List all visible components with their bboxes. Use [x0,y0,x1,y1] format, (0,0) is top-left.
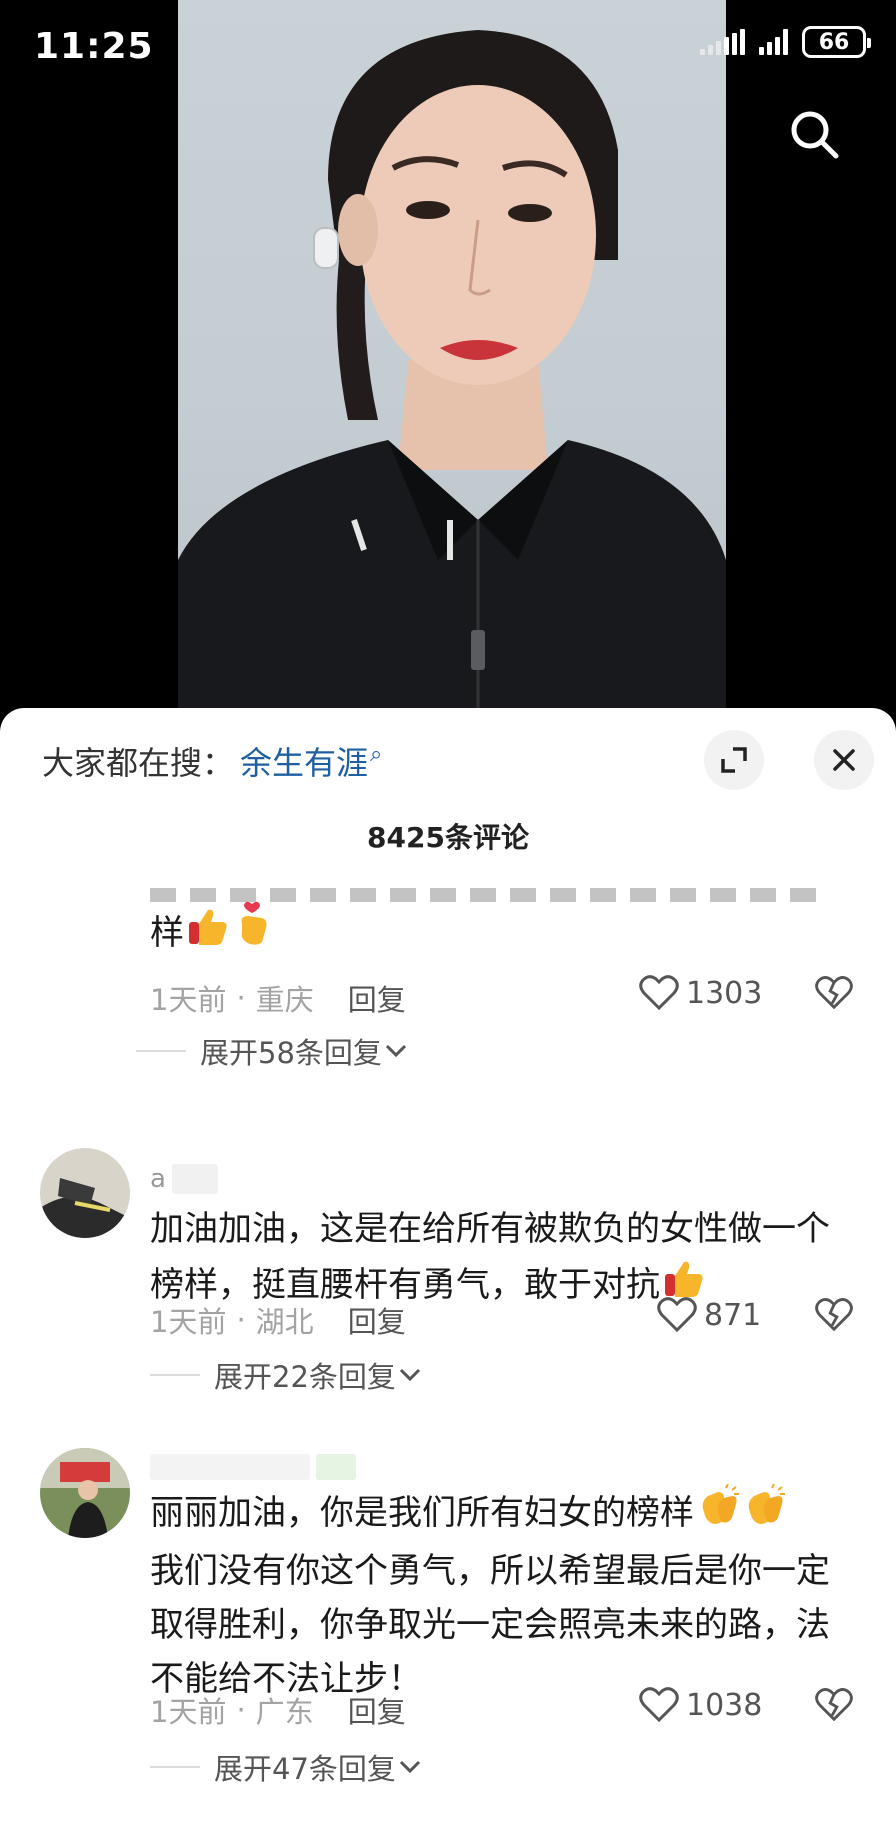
broken-heart-icon [815,976,853,1010]
comment-time: 1天前 [150,1695,227,1729]
video-player[interactable]: 11:25 66 [0,0,896,720]
expand-replies-button[interactable]: 展开47条回复 [150,1746,424,1788]
signal-strength-icon-2 [759,29,788,55]
comment-location: 重庆 [255,983,314,1017]
like-button[interactable]: 871 [656,1296,761,1334]
comment-text: 丽丽加油，你是我们所有妇女的榜样 我们没有你这个勇气，所以希望最后是你一定取得胜… [150,1483,860,1706]
comment-text-content: 加油加油，这是在给所有被欺负的女性做一个榜样，挺直腰杆有勇气，敢于对抗 [150,1209,830,1305]
heart-icon [657,1297,697,1333]
chevron-down-icon [399,1760,420,1774]
broken-heart-icon [815,1298,853,1332]
battery-level: 66 [818,29,850,55]
expand-replies-label: 展开22条回复 [214,1360,396,1394]
finger-heart-icon [232,900,276,964]
avatar[interactable] [40,1148,130,1238]
trending-search-prefix: 大家都在搜： [42,744,235,782]
expand-icon [721,747,747,773]
like-button[interactable]: 1303 [638,974,762,1012]
like-button[interactable]: 1038 [638,1686,762,1724]
expand-replies-label: 展开47条回复 [214,1752,396,1786]
chevron-down-icon [385,1044,406,1058]
avatar[interactable] [40,1448,130,1538]
comment-location: 湖北 [255,1305,314,1339]
comment-text-content: 丽丽加油，你是我们所有妇女的榜样 [150,1493,694,1533]
status-icons: 66 [700,26,871,58]
comment-time: 1天前 [150,983,227,1017]
dislike-button[interactable] [814,974,854,1016]
trending-search[interactable]: 大家都在搜： 余生有涯 ⌕ [42,738,382,784]
comment-text: 样 [150,900,860,964]
battery-icon: 66 [802,26,871,58]
like-count: 1303 [686,975,763,1011]
username[interactable]: a [150,1164,218,1194]
expand-replies-button[interactable]: 展开58条回复 [136,1030,410,1072]
like-count: 1038 [686,1687,763,1723]
comment-location: 广东 [255,1695,314,1729]
comment-sheet-header: 大家都在搜： 余生有涯 ⌕ 8425条评论 [0,708,896,858]
trending-search-term[interactable]: 余生有涯 [240,738,368,784]
status-bar: 11:25 66 [0,0,896,96]
search-button[interactable] [784,104,844,164]
comment-sheet: 大家都在搜： 余生有涯 ⌕ 8425条评论 样 1天前 · 重庆 回复 1303… [0,708,896,1848]
reply-button[interactable]: 回复 [348,1299,406,1341]
clapping-hands-icon [696,1483,740,1544]
heart-icon [639,975,679,1011]
username[interactable] [150,1454,356,1480]
reply-button[interactable]: 回复 [348,1689,406,1731]
expand-replies-label: 展开58条回复 [200,1036,382,1070]
broken-heart-icon [815,1688,853,1722]
expand-button[interactable] [704,730,764,790]
close-icon [833,749,855,771]
expand-replies-button[interactable]: 展开22条回复 [150,1354,424,1396]
comment-text-content: 样 [150,913,184,953]
close-button[interactable] [814,730,874,790]
reply-button[interactable]: 回复 [348,977,406,1019]
username-text: a [150,1164,166,1194]
search-small-icon: ⌕ [370,741,383,767]
signal-strength-icon [700,29,745,55]
heart-icon [639,1687,679,1723]
clapping-hands-icon [742,1483,786,1544]
thumbs-up-icon [186,904,230,964]
like-count: 871 [704,1297,762,1333]
video-still-image [178,30,726,720]
comment-count: 8425条评论 [367,821,529,854]
comment-text-continued: 我们没有你这个勇气，所以希望最后是你一定取得胜利，你争取光一定会照亮未来的路，法… [150,1551,830,1699]
dislike-button[interactable] [814,1296,854,1338]
video-frame[interactable] [178,0,726,720]
status-time: 11:25 [34,26,154,67]
dislike-button[interactable] [814,1686,854,1728]
chevron-down-icon [399,1368,420,1382]
comment-time: 1天前 [150,1305,227,1339]
search-icon [791,111,839,159]
comment-list[interactable]: 样 1天前 · 重庆 回复 1303 展开58条回复 a 加油加油，这是在给所有… [0,858,896,1848]
